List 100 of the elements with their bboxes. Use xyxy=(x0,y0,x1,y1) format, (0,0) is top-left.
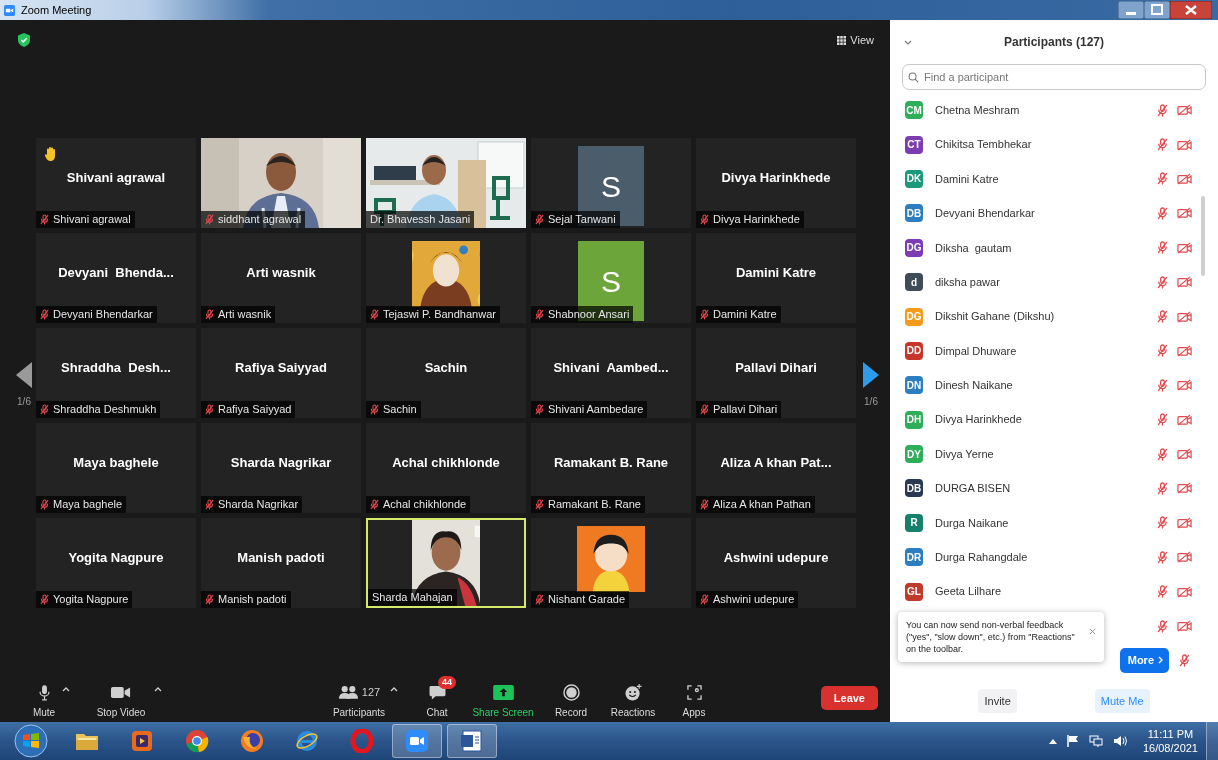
participant-name: siddhant agrawal xyxy=(218,212,302,228)
clock-date[interactable]: 16/08/2021 xyxy=(1142,741,1198,755)
invite-button[interactable]: Invite xyxy=(978,688,1017,714)
video-tile[interactable]: Ashwini udepure Ashwini udepure xyxy=(696,518,856,608)
reactions-button[interactable]: Reactions xyxy=(604,683,662,720)
view-button[interactable]: View xyxy=(833,29,878,51)
video-tile[interactable]: Damini Katre Damini Katre xyxy=(696,233,856,323)
caret-icon[interactable] xyxy=(154,687,162,692)
caret-icon[interactable] xyxy=(390,687,398,692)
video-tile[interactable]: Sachin Sachin xyxy=(366,328,526,418)
leave-button[interactable]: Leave xyxy=(820,685,878,710)
participants-button[interactable]: 127 Participants xyxy=(328,683,390,720)
video-tile[interactable]: Tejaswi P. Bandhanwar xyxy=(366,233,526,323)
video-tile[interactable]: Aliza A khan Pat... Aliza A khan Pathan xyxy=(696,423,856,513)
chevron-down-icon[interactable] xyxy=(904,39,912,45)
video-tile[interactable]: Maya baghele Maya baghele xyxy=(36,423,196,513)
video-tile[interactable]: siddhant agrawal xyxy=(201,138,361,228)
flag-icon[interactable] xyxy=(1066,735,1079,747)
video-tile[interactable]: Sharda Nagrikar Sharda Nagrikar xyxy=(201,423,361,513)
participant-row[interactable]: DN Dinesh Naikane xyxy=(890,368,1218,403)
start-button-icon[interactable] xyxy=(14,724,48,758)
participant-row[interactable]: DR Durga Rahangdale xyxy=(890,540,1218,575)
participant-row[interactable]: R Durga Naikane xyxy=(890,505,1218,541)
taskbar-button[interactable] xyxy=(392,724,442,758)
network-icon[interactable] xyxy=(1088,735,1103,747)
video-tile[interactable]: Manish padoti Manish padoti xyxy=(201,518,361,608)
video-tile[interactable]: Dr. Bhavessh Jasani xyxy=(366,138,526,228)
participant-name: Shabnoor Ansari xyxy=(548,307,630,323)
participant-name: Chikitsa Tembhekar xyxy=(935,137,1032,153)
mic-button[interactable]: Mute xyxy=(26,683,62,720)
volume-icon[interactable] xyxy=(1112,735,1127,747)
video-tile[interactable]: Shivani agrawal Shivani agrawal xyxy=(36,138,196,228)
participant-name: Devyani Bhendarkar xyxy=(53,307,153,323)
participant-row[interactable]: DB Devyani Bhendarkar xyxy=(890,196,1218,231)
video-tile[interactable]: Shraddha Desh... Shraddha Deshmukh xyxy=(36,328,196,418)
video-tile[interactable]: Nishant Garade xyxy=(531,518,691,608)
participant-row[interactable]: DD Dimpal Dhuware xyxy=(890,333,1218,369)
participant-name: Manish padoti xyxy=(237,549,325,568)
participant-row[interactable]: DY Divya Yerne xyxy=(890,436,1218,472)
participant-row[interactable]: DG Diksha gautam xyxy=(890,230,1218,265)
show-desktop-button[interactable] xyxy=(1206,722,1218,760)
video-tile[interactable]: Achal chikhlonde Achal chikhlonde xyxy=(366,423,526,513)
participant-row[interactable]: DH Divya Harinkhede xyxy=(890,402,1218,437)
maximize-icon[interactable] xyxy=(1144,1,1170,19)
close-icon[interactable] xyxy=(1170,1,1212,19)
participant-name: Sejal Tanwani xyxy=(548,212,616,228)
participant-name: Durga Naikane xyxy=(935,515,1009,531)
video-tile[interactable]: Sharda Mahajan xyxy=(366,518,526,608)
participant-name: Aliza A khan Pat... xyxy=(720,454,832,473)
apps-button[interactable]: Apps xyxy=(672,683,716,720)
participant-row[interactable]: CM Chetna Meshram xyxy=(890,93,1218,128)
more-button[interactable]: More xyxy=(1119,648,1169,673)
video-tile[interactable]: S Sejal Tanwani xyxy=(531,138,691,228)
clock-time[interactable]: 11:11 PM xyxy=(1147,727,1194,741)
scrollbar-thumb[interactable] xyxy=(1201,196,1205,276)
participant-name: Devyani Bhendarkar xyxy=(935,206,1035,222)
video-tile[interactable]: Arti wasnik Arti wasnik xyxy=(201,233,361,323)
tooltip-text: You can now send non-verbal feedback ("yes", "slow down", etc.) from "Reactions" on the toolbar. xyxy=(906,619,1076,655)
show-hidden-icons-icon[interactable] xyxy=(1048,738,1057,744)
close-icon[interactable] xyxy=(1089,628,1096,635)
video-tile[interactable]: Pallavi Dihari Pallavi Dihari xyxy=(696,328,856,418)
next-page-icon[interactable] xyxy=(863,361,879,388)
participant-name: Arti wasnik xyxy=(218,307,272,323)
microphone-icon xyxy=(37,683,51,701)
video-tile[interactable]: Divya Harinkhede Divya Harinkhede xyxy=(696,138,856,228)
caret-icon[interactable] xyxy=(62,687,70,692)
video-tile[interactable]: Shivani Aambed... Shivani Aambedare xyxy=(531,328,691,418)
participant-name: Sharda Nagrikar xyxy=(230,454,332,473)
video-tile[interactable]: Yogita Nagpure Yogita Nagpure xyxy=(36,518,196,608)
app-icon xyxy=(4,4,15,16)
minimize-icon[interactable] xyxy=(1118,1,1144,19)
avatar-initials: GL xyxy=(905,582,923,601)
video-tile[interactable]: S Shabnoor Ansari xyxy=(531,233,691,323)
previous-page-icon[interactable] xyxy=(16,361,32,388)
share-button[interactable]: Share Screen xyxy=(468,683,538,720)
page-indicator: 1/6 xyxy=(864,394,878,409)
participant-row[interactable]: d diksha pawar xyxy=(890,264,1218,300)
video-tile[interactable]: Ramakant B. Rane Ramakant B. Rane xyxy=(531,423,691,513)
participant-name: Shivani Aambedare xyxy=(548,402,644,418)
participant-name: Pallavi Dihari xyxy=(735,359,817,378)
avatar-initials: DG xyxy=(905,307,923,326)
record-button[interactable]: Record xyxy=(546,683,596,720)
participant-name: Damini Katre xyxy=(735,264,817,283)
participant-name: Shivani Aambed... xyxy=(553,359,669,378)
apps-icon xyxy=(686,684,702,700)
participant-name: Shivani agrawal xyxy=(66,169,166,188)
count-badge: 44 xyxy=(438,676,456,689)
participant-row[interactable]: GL Geeta Lilhare xyxy=(890,574,1218,609)
video-tile[interactable]: Devyani Bhenda... Devyani Bhendarkar xyxy=(36,233,196,323)
participant-row[interactable]: DG Dikshit Gahane (Dikshu) xyxy=(890,299,1218,334)
avatar-initials: DD xyxy=(905,341,923,360)
video-button[interactable]: Stop Video xyxy=(88,683,154,720)
video-tile[interactable]: Rafiya Saiyyad Rafiya Saiyyad xyxy=(201,328,361,418)
search-field[interactable]: Find a participant xyxy=(902,64,1206,90)
shield-icon[interactable] xyxy=(18,33,30,47)
avatar-letter: S xyxy=(601,168,621,205)
participant-row[interactable]: DB DURGA BISEN xyxy=(890,471,1218,506)
taskbar-button[interactable] xyxy=(447,724,497,758)
participant-row[interactable]: CT Chikitsa Tembhekar xyxy=(890,127,1218,162)
participant-row[interactable]: DK Damini Katre xyxy=(890,161,1218,197)
